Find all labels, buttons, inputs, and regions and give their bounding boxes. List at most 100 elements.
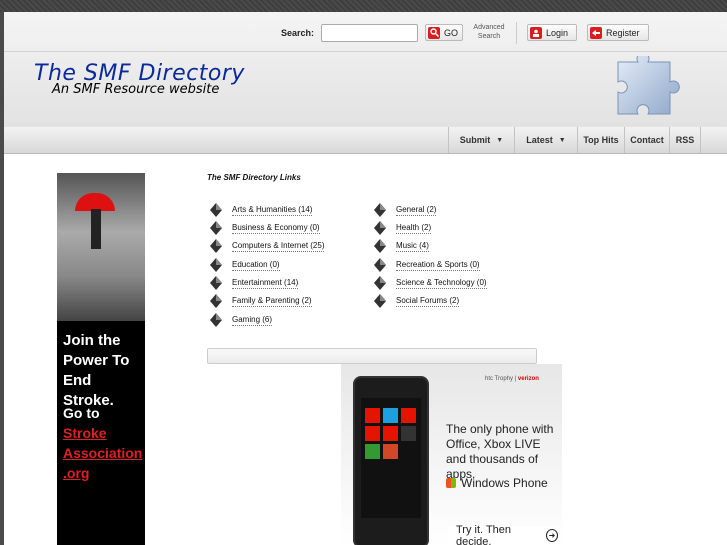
windows-phone-ad[interactable]: htc Trophy | verizon The only phone with… [341, 364, 562, 545]
nav-contact-label: Contact [630, 135, 664, 145]
stroke-ad-banner[interactable]: Join the Power To End Stroke. Go to Stro… [57, 173, 145, 545]
category-link[interactable]: Business & Economy (0) [232, 223, 320, 234]
search-input[interactable] [321, 24, 418, 42]
category-item[interactable]: Arts & Humanities (14) [210, 202, 313, 218]
tile [401, 408, 416, 423]
user-icon [530, 26, 542, 39]
ad-cta-label: Try it. Then decide. [456, 523, 512, 545]
category-bullet-icon [374, 239, 386, 253]
category-item[interactable]: Social Forums (2) [374, 293, 460, 309]
ad-photo [57, 173, 145, 321]
category-bullet-icon [374, 294, 386, 308]
category-item[interactable]: Computers & Internet (25) [210, 238, 325, 254]
category-link[interactable]: Social Forums (2) [396, 296, 460, 307]
category-bullet-icon [210, 258, 222, 272]
tile [383, 444, 398, 459]
category-link[interactable]: Entertainment (14) [232, 278, 299, 289]
nav-latest-label: Latest [526, 135, 553, 145]
phone-image [353, 376, 429, 545]
category-link[interactable]: Recreation & Sports (0) [396, 260, 480, 271]
category-bullet-icon [210, 203, 222, 217]
category-link[interactable]: Family & Parenting (2) [232, 296, 312, 307]
ad-product: Windows Phone [461, 476, 548, 490]
nav-top-hits[interactable]: Top Hits [577, 127, 624, 153]
nav-rss-label: RSS [675, 135, 695, 145]
go-label: GO [444, 27, 459, 38]
category-item[interactable]: Gaming (6) [210, 312, 273, 328]
tile [365, 408, 380, 423]
category-item[interactable]: Family & Parenting (2) [210, 293, 312, 309]
content-title: The SMF Directory Links [207, 173, 301, 182]
category-link[interactable]: General (2) [396, 205, 437, 216]
ad-cta[interactable]: Try it. Then decide. ➜ [448, 523, 558, 545]
ad-brand: htc Trophy | verizon [485, 376, 539, 382]
tile [365, 444, 380, 459]
header-divider [4, 51, 727, 52]
register-icon [590, 26, 602, 39]
nav-contact[interactable]: Contact [624, 127, 669, 153]
tile [383, 408, 398, 423]
person-figure [91, 209, 101, 249]
tile [401, 426, 416, 441]
chevron-down-icon: ▼ [558, 136, 566, 144]
arrow-right-icon: ➜ [546, 529, 558, 542]
ad-link[interactable]: Stroke Association .org [63, 423, 145, 483]
nav-rss[interactable]: RSS [669, 127, 701, 153]
search-label: Search: [281, 28, 315, 38]
ad-tagline: The only phone with Office, Xbox LIVE an… [446, 422, 554, 481]
category-bullet-icon [374, 221, 386, 235]
nav-submit-label: Submit [459, 135, 491, 145]
category-link[interactable]: Music (4) [396, 241, 429, 252]
info-bar [207, 348, 537, 364]
nav-top-hits-label: Top Hits [583, 135, 619, 145]
category-bullet-icon [210, 276, 222, 290]
header-separator [516, 22, 517, 44]
tile [383, 426, 398, 441]
category-bullet-icon [210, 313, 222, 327]
category-bullet-icon [210, 294, 222, 308]
chevron-down-icon: ▼ [496, 136, 504, 144]
category-bullet-icon [210, 221, 222, 235]
ad-carrier: verizon [517, 376, 539, 382]
search-icon [428, 26, 440, 39]
register-label: Register [606, 27, 640, 38]
category-link[interactable]: Health (2) [396, 223, 432, 234]
category-bullet-icon [374, 203, 386, 217]
go-button[interactable]: GO [425, 24, 463, 41]
site-logo-subtitle: An SMF Resource website [52, 82, 220, 97]
category-bullet-icon [210, 239, 222, 253]
category-item[interactable]: Science & Technology (0) [374, 275, 487, 291]
category-link[interactable]: Arts & Humanities (14) [232, 205, 313, 216]
category-item[interactable]: General (2) [374, 202, 437, 218]
category-item[interactable]: Health (2) [374, 220, 432, 236]
advanced-search-link[interactable]: Advanced Search [471, 23, 507, 41]
login-button[interactable]: Login [527, 24, 577, 41]
ad-brand-name: htc Trophy [485, 376, 514, 382]
category-link[interactable]: Gaming (6) [232, 315, 273, 326]
site-header: Search: GO Advanced Search Login Registe… [4, 12, 727, 128]
category-link[interactable]: Education (0) [232, 260, 280, 271]
main-nav: Submit ▼ Latest ▼ Top Hits Contact RSS [4, 127, 727, 154]
puzzle-logo-icon [617, 56, 680, 115]
category-item[interactable]: Entertainment (14) [210, 275, 299, 291]
category-bullet-icon [374, 276, 386, 290]
category-link[interactable]: Computers & Internet (25) [232, 241, 325, 252]
category-bullet-icon [374, 258, 386, 272]
register-button[interactable]: Register [587, 24, 649, 41]
ad-goto: Go to [63, 405, 100, 421]
tile [365, 426, 380, 441]
category-item[interactable]: Recreation & Sports (0) [374, 257, 480, 273]
category-item[interactable]: Education (0) [210, 257, 280, 273]
category-link[interactable]: Science & Technology (0) [396, 278, 487, 289]
top-pattern-band [0, 0, 727, 12]
windows-flag-icon [446, 478, 456, 488]
category-item[interactable]: Business & Economy (0) [210, 220, 320, 236]
category-item[interactable]: Music (4) [374, 238, 429, 254]
windows-phone-label: Windows Phone [446, 476, 548, 490]
page: Search: GO Advanced Search Login Registe… [4, 12, 727, 545]
login-label: Login [546, 27, 569, 38]
nav-submit[interactable]: Submit ▼ [448, 127, 514, 153]
ad-headline: Join the Power To End Stroke. [63, 332, 130, 409]
phone-screen [361, 398, 421, 518]
nav-latest[interactable]: Latest ▼ [514, 127, 577, 153]
